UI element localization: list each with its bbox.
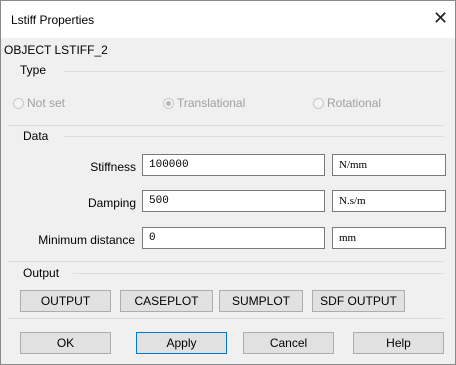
- title-bar: Lstiff Properties ✕: [1, 1, 455, 38]
- cancel-button[interactable]: Cancel: [243, 332, 334, 354]
- damping-label: Damping: [87, 196, 136, 210]
- radio-not-set-circle[interactable]: [13, 97, 24, 109]
- type-group-divider: [64, 71, 444, 72]
- object-label: OBJECT LSTIFF_2: [4, 43, 108, 57]
- damping-unit-field[interactable]: N.s/m: [332, 190, 446, 212]
- stiffness-input[interactable]: 100000: [142, 154, 325, 176]
- stiffness-label: Stiffness: [90, 160, 136, 174]
- stiffness-unit-field[interactable]: N/mm: [332, 154, 446, 176]
- properties-dialog: Lstiff Properties ✕ OBJECT LSTIFF_2 Type…: [0, 0, 456, 365]
- radio-translational-label: Translational: [177, 96, 246, 110]
- sumplot-button[interactable]: SUMPLOT: [219, 290, 303, 312]
- minimum-distance-label: Minimum distance: [38, 233, 135, 247]
- caseplot-button[interactable]: CASEPLOT: [120, 290, 213, 312]
- damping-input[interactable]: 500: [142, 190, 325, 212]
- radio-selected-dot: [166, 100, 171, 106]
- minimum-distance-unit-field[interactable]: mm: [332, 227, 446, 249]
- sdf-output-button[interactable]: SDF OUTPUT: [312, 290, 405, 312]
- radio-rotational-circle[interactable]: [313, 97, 324, 109]
- output-button[interactable]: OUTPUT: [20, 290, 111, 312]
- minimum-distance-input[interactable]: 0: [142, 227, 325, 249]
- footer-divider: [8, 318, 444, 319]
- data-group-divider: [64, 136, 444, 137]
- type-group-label: Type: [20, 63, 47, 77]
- radio-rotational[interactable]: Rotational: [313, 96, 381, 110]
- radio-translational-circle[interactable]: [163, 97, 174, 109]
- data-group-label: Data: [23, 129, 49, 143]
- output-group-label: Output: [23, 266, 60, 280]
- radio-translational[interactable]: Translational: [163, 96, 245, 110]
- output-group-top-divider: [8, 261, 444, 262]
- ok-button[interactable]: OK: [20, 332, 111, 354]
- output-group-divider: [73, 273, 444, 274]
- radio-not-set-label: Not set: [27, 96, 66, 110]
- radio-rotational-label: Rotational: [327, 96, 382, 110]
- radio-not-set[interactable]: Not set: [13, 96, 65, 110]
- data-group-top-divider: [8, 125, 444, 126]
- close-icon[interactable]: ✕: [433, 8, 448, 29]
- apply-button[interactable]: Apply: [136, 332, 227, 354]
- help-button[interactable]: Help: [353, 332, 444, 354]
- window-title: Lstiff Properties: [11, 13, 95, 27]
